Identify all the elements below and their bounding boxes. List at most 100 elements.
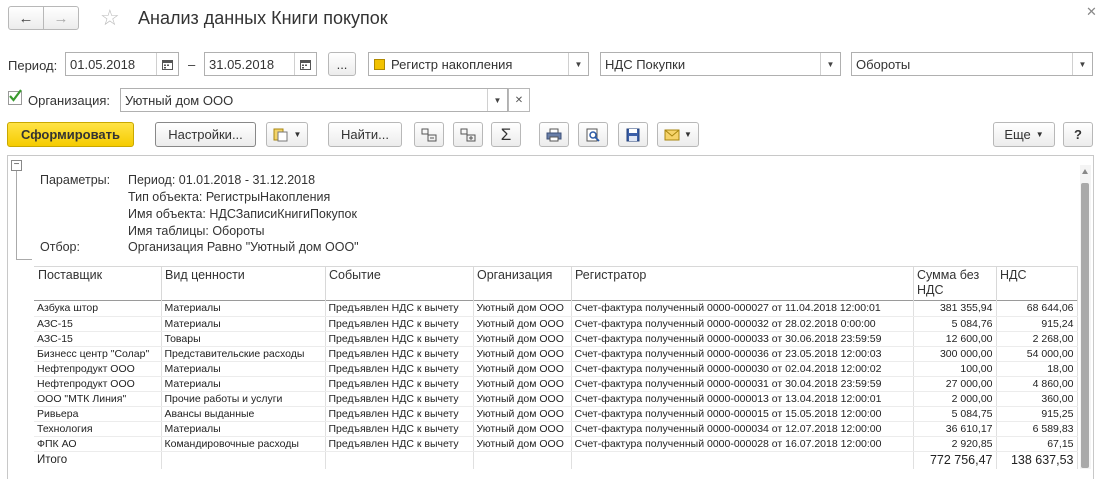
- back-button[interactable]: ←: [8, 6, 44, 30]
- total-sum: 772 756,47: [913, 451, 997, 469]
- value-type-cell: Материалы: [161, 421, 326, 437]
- chevron-down-icon[interactable]: ▼: [568, 53, 588, 75]
- forward-button[interactable]: →: [43, 6, 79, 30]
- col-header-registrar: Регистратор: [575, 268, 647, 282]
- floppy-disk-icon: [626, 128, 640, 141]
- clear-organization-button[interactable]: ✕: [508, 88, 530, 112]
- period-dash: –: [188, 57, 196, 72]
- variant-button[interactable]: ▼: [266, 122, 308, 147]
- table-row[interactable]: ООО "МТК Линия" Прочие работы и услуги Пре…: [34, 391, 1078, 407]
- print-button[interactable]: [539, 122, 569, 147]
- table-row[interactable]: АЗС-15 Материалы Предъявлен НДС к вычету Ую…: [34, 316, 1078, 332]
- collapse-groups-button[interactable]: [453, 122, 483, 147]
- sum-cell: 5 084,76: [913, 316, 997, 332]
- calendar-icon[interactable]: [294, 53, 316, 75]
- params-table-name: Имя таблицы: Обороты: [128, 224, 265, 238]
- table-row[interactable]: Нефтепродукт ООО Материалы Предъявлен НДС …: [34, 376, 1078, 392]
- supplier-cell: Ривьера: [34, 406, 162, 422]
- filter-value: Организация Равно "Уютный дом ООО": [128, 240, 359, 254]
- collapse-group-icon[interactable]: −: [11, 160, 22, 171]
- table-row[interactable]: Азбука штор Материалы Предъявлен НДС к выч…: [34, 301, 1078, 317]
- register-icon: [374, 58, 385, 70]
- vertical-scrollbar[interactable]: [1080, 165, 1091, 469]
- organization-field[interactable]: Уютный дом ООО ▼: [120, 88, 508, 112]
- supplier-cell: Нефтепродукт ООО: [34, 361, 162, 377]
- send-email-button[interactable]: ▼: [657, 122, 699, 147]
- value-type-cell: Товары: [161, 331, 326, 347]
- calendar-icon[interactable]: [156, 53, 178, 75]
- organization-checkbox[interactable]: [8, 89, 22, 105]
- more-button[interactable]: Еще ▼: [993, 122, 1055, 147]
- col-header-sum: Сумма без НДС: [917, 268, 980, 297]
- period-select-button[interactable]: ...: [328, 52, 356, 76]
- expand-groups-button[interactable]: [414, 122, 444, 147]
- vat-cell: 18,00: [996, 361, 1078, 377]
- object-type-select[interactable]: Регистр накопления ▼: [368, 52, 589, 76]
- sum-cell: 100,00: [913, 361, 997, 377]
- registrar-cell: Счет-фактура полученный 0000-000033 от 3…: [571, 331, 914, 347]
- preview-button[interactable]: [578, 122, 608, 147]
- total-label: Итого: [34, 451, 162, 469]
- value-type-cell: Командировочные расходы: [161, 436, 326, 452]
- supplier-cell: Технология: [34, 421, 162, 437]
- chevron-down-icon[interactable]: ▼: [487, 89, 507, 111]
- close-icon[interactable]: ✕: [1086, 4, 1097, 20]
- page-title: Анализ данных Книги покупок: [138, 8, 388, 28]
- table-row[interactable]: Ривьера Авансы выданные Предъявлен НДС к в…: [34, 406, 1078, 422]
- printer-icon: [546, 128, 562, 141]
- date-from-field[interactable]: 01.05.2018: [65, 52, 179, 76]
- params-period: Период: 01.01.2018 - 31.12.2018: [128, 173, 316, 187]
- filter-label: Отбор:: [40, 240, 80, 254]
- value-type-cell: Представительские расходы: [161, 346, 326, 362]
- col-header-value-type: Вид ценности: [165, 268, 245, 282]
- event-cell: Предъявлен НДС к вычету: [325, 361, 474, 377]
- col-header-supplier: Поставщик: [38, 268, 103, 282]
- table-row[interactable]: Нефтепродукт ООО Материалы Предъявлен НДС …: [34, 361, 1078, 377]
- data-table: Азбука штор Материалы Предъявлен НДС к выч…: [34, 301, 1078, 469]
- organization-cell: Уютный дом ООО: [473, 376, 572, 392]
- vat-cell: 360,00: [996, 391, 1078, 407]
- help-button[interactable]: ?: [1063, 122, 1093, 147]
- chevron-down-icon[interactable]: ▼: [1072, 53, 1092, 75]
- table-row[interactable]: ФПК АО Командировочные расходы Предъявлен …: [34, 436, 1078, 452]
- find-button[interactable]: Найти...: [328, 122, 402, 147]
- group-tree-end: [16, 259, 32, 260]
- save-button[interactable]: [618, 122, 648, 147]
- event-cell: Предъявлен НДС к вычету: [325, 421, 474, 437]
- chevron-down-icon[interactable]: ▼: [820, 53, 840, 75]
- generate-button[interactable]: Сформировать: [7, 122, 134, 147]
- print-preview-icon: [586, 128, 600, 142]
- date-to-field[interactable]: 31.05.2018: [204, 52, 317, 76]
- col-header-organization: Организация: [477, 268, 553, 282]
- organization-cell: Уютный дом ООО: [473, 346, 572, 362]
- registrar-cell: Счет-фактура полученный 0000-000027 от 1…: [571, 301, 914, 317]
- organization-cell: Уютный дом ООО: [473, 391, 572, 407]
- registrar-cell: Счет-фактура полученный 0000-000034 от 1…: [571, 421, 914, 437]
- star-icon[interactable]: ☆: [100, 5, 120, 31]
- table-name-select[interactable]: Обороты ▼: [851, 52, 1093, 76]
- value-type-cell: Прочие работы и услуги: [161, 391, 326, 407]
- vat-cell: 6 589,83: [996, 421, 1078, 437]
- table-row[interactable]: АЗС-15 Товары Предъявлен НДС к вычету Уютны…: [34, 331, 1078, 347]
- event-cell: Предъявлен НДС к вычету: [325, 436, 474, 452]
- scrollbar-thumb[interactable]: [1081, 183, 1089, 468]
- clear-icon: ✕: [514, 94, 524, 106]
- params-object-name: Имя объекта: НДСЗаписиКнигиПокупок: [128, 207, 357, 221]
- organization-cell: Уютный дом ООО: [473, 436, 572, 452]
- value-type-cell: Материалы: [161, 301, 326, 317]
- sum-button[interactable]: Σ: [491, 122, 521, 147]
- checkmark-icon: [9, 89, 22, 102]
- event-cell: Предъявлен НДС к вычету: [325, 391, 474, 407]
- table-row[interactable]: Технология Материалы Предъявлен НДС к выче…: [34, 421, 1078, 437]
- supplier-cell: АЗС-15: [34, 331, 162, 347]
- registrar-cell: Счет-фактура полученный 0000-000031 от 3…: [571, 376, 914, 392]
- registrar-cell: Счет-фактура полученный 0000-000015 от 1…: [571, 406, 914, 422]
- organization-cell: Уютный дом ООО: [473, 331, 572, 347]
- table-row[interactable]: Бизнесс центр "Солар" Представительские р…: [34, 346, 1078, 362]
- scroll-up-icon[interactable]: [1082, 169, 1088, 174]
- object-name-select[interactable]: НДС Покупки ▼: [600, 52, 841, 76]
- event-cell: Предъявлен НДС к вычету: [325, 316, 474, 332]
- registrar-cell: Счет-фактура полученный 0000-000032 от 2…: [571, 316, 914, 332]
- vat-cell: 915,25: [996, 406, 1078, 422]
- settings-button[interactable]: Настройки...: [155, 122, 256, 147]
